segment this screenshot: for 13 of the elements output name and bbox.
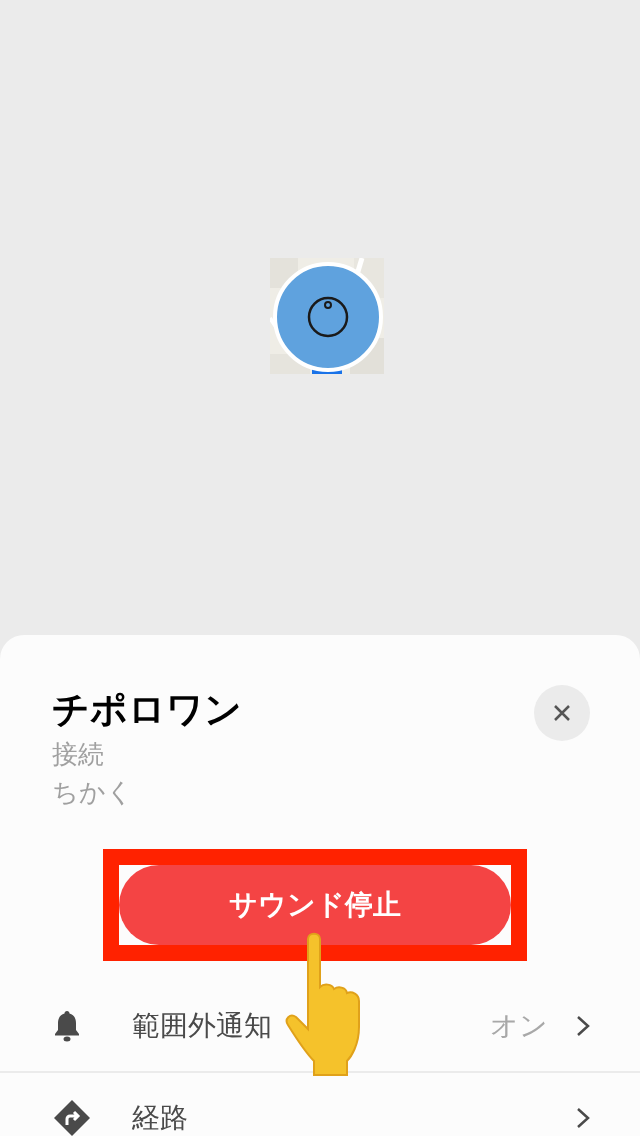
row-value: オン: [490, 1009, 548, 1043]
tag-device-icon: [307, 296, 349, 338]
row-label: 範囲外通知: [132, 1009, 273, 1043]
close-icon: [553, 704, 571, 722]
distance-text: ちかく: [52, 776, 134, 809]
chevron-right-icon: [576, 1015, 590, 1037]
connection-status: 接続: [52, 738, 105, 771]
chevron-right-icon: [576, 1107, 590, 1129]
row-label: 経路: [132, 1101, 189, 1135]
close-button[interactable]: [534, 685, 590, 741]
device-name: チポロワン: [52, 688, 242, 732]
stop-sound-button[interactable]: サウンド停止: [119, 865, 511, 945]
bell-icon: [52, 1009, 82, 1043]
